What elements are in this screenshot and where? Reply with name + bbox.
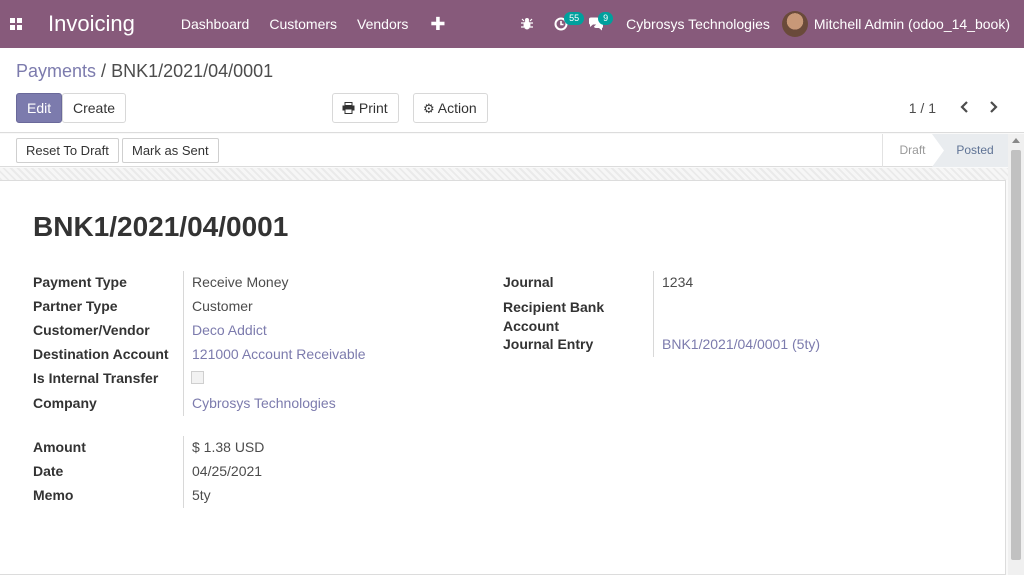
stage-draft[interactable]: Draft [882,134,942,167]
menu-dashboard[interactable]: Dashboard [171,0,260,48]
breadcrumb-current: BNK1/2021/04/0001 [111,61,274,81]
label-company: Company [33,395,97,411]
app-brand[interactable]: Invoicing [48,11,135,37]
pager-value[interactable]: 1 / 1 [909,100,936,116]
messages-count-badge: 9 [598,12,614,25]
control-panel: Payments / BNK1/2021/04/0001 Edit Create… [0,48,1024,133]
label-payment-type: Payment Type [33,274,127,290]
main-menu: Dashboard Customers Vendors ✚ [171,0,458,48]
action-button[interactable]: ⚙ Action [413,93,488,123]
label-journal: Journal [503,274,554,290]
value-destination-account[interactable]: 121000 Account Receivable [192,346,366,362]
label-recipient-bank-account: Recipient Bank Account [503,298,604,336]
breadcrumb-payments[interactable]: Payments [16,61,96,81]
field-separator [653,271,654,357]
value-memo: 5ty [192,487,211,503]
form-sheet: BNK1/2021/04/0001 Payment Type Receive M… [0,180,1006,575]
company-switcher[interactable]: Cybrosys Technologies [614,16,782,32]
stage-posted[interactable]: Posted [932,134,1008,167]
label-amount: Amount [33,439,86,455]
value-amount: $ 1.38 USD [192,439,265,455]
value-date: 04/25/2021 [192,463,263,479]
edit-button[interactable]: Edit [16,93,63,123]
printer-icon [342,102,355,114]
menu-vendors[interactable]: Vendors [347,0,418,48]
top-navbar: Invoicing Dashboard Customers Vendors ✚ … [0,0,1024,48]
field-separator [183,271,184,416]
avatar [781,11,808,37]
label-memo: Memo [33,487,74,503]
internal-transfer-checkbox[interactable] [191,371,204,384]
user-menu[interactable]: Mitchell Admin (odoo_14_book) [781,11,1024,37]
value-company[interactable]: Cybrosys Technologies [192,395,336,411]
menu-customers[interactable]: Customers [259,0,347,48]
label-date: Date [33,463,64,479]
sheet-background [0,168,1008,180]
label-partner-type: Partner Type [33,298,118,314]
value-journal-entry[interactable]: BNK1/2021/04/0001 (5ty) [662,336,820,352]
chevron-left-icon[interactable] [960,100,970,119]
create-button[interactable]: Create [62,93,127,123]
action-label: Action [437,100,477,116]
mark-as-sent-button[interactable]: Mark as Sent [122,138,219,163]
print-label: Print [358,100,388,116]
label-customer-vendor: Customer/Vendor [33,322,150,338]
scroll-up-icon[interactable] [1012,138,1020,143]
plus-icon[interactable]: ✚ [418,0,457,48]
navbar-systray: 55 9 Cybrosys Technologies Mitchell Admi… [510,0,1024,48]
label-recipient-bank-line2: Account [503,318,559,334]
scrollbar[interactable] [1008,134,1024,575]
label-destination-account: Destination Account [33,346,169,362]
breadcrumb: Payments / BNK1/2021/04/0001 [16,61,273,82]
label-journal-entry: Journal Entry [503,336,594,352]
apps-menu-icon[interactable] [0,0,32,48]
gear-icon: ⚙ [423,101,435,116]
value-journal: 1234 [662,274,694,290]
messages-chat-icon[interactable]: 9 [578,0,614,48]
user-name: Mitchell Admin (odoo_14_book) [813,16,1010,32]
value-customer-vendor[interactable]: Deco Addict [192,322,267,338]
chevron-right-icon[interactable] [988,100,998,119]
bug-icon[interactable] [510,0,544,48]
print-button[interactable]: Print [332,93,399,123]
breadcrumb-separator: / [96,61,112,81]
scroll-thumb[interactable] [1011,150,1021,560]
value-payment-type: Receive Money [192,274,289,290]
activity-clock-icon[interactable]: 55 [544,0,585,48]
label-internal-transfer: Is Internal Transfer [33,370,159,386]
reset-to-draft-button[interactable]: Reset To Draft [16,138,119,163]
statusbar: Reset To Draft Mark as Sent Draft Posted [0,134,1024,167]
value-partner-type: Customer [192,298,253,314]
label-recipient-bank-line1: Recipient Bank [503,299,605,315]
field-separator [183,436,184,508]
record-title: BNK1/2021/04/0001 [33,211,289,242]
